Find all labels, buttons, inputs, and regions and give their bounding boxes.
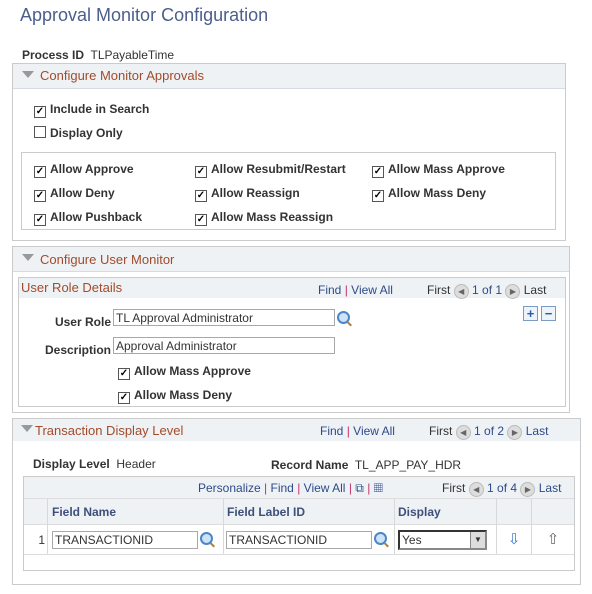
checkbox-checked-icon[interactable]: ✓ bbox=[34, 106, 46, 118]
record-name-label: Record Name bbox=[271, 458, 349, 472]
display-only-checkbox[interactable]: Display Only bbox=[34, 126, 123, 140]
options-group: ✓ Allow Approve ✓ Allow Resubmit/Restart ✓… bbox=[21, 152, 556, 230]
allow-mass-deny-checkbox[interactable]: ✓ Allow Mass Deny bbox=[118, 388, 232, 404]
dropdown-arrow-icon[interactable]: ▼ bbox=[470, 532, 485, 548]
column-header-field-name[interactable]: Field Name bbox=[48, 499, 224, 524]
field-name-input[interactable]: TRANSACTIONID bbox=[52, 531, 198, 549]
view-all-link[interactable]: View All bbox=[353, 424, 395, 438]
last-link[interactable]: Last bbox=[526, 424, 549, 438]
row-count: 1 of 1 bbox=[472, 283, 503, 297]
page-title: Approval Monitor Configuration bbox=[20, 5, 269, 25]
find-link[interactable]: Find bbox=[320, 424, 343, 438]
row-count: 1 of 4 bbox=[487, 481, 518, 495]
process-id-value: TLPayableTime bbox=[90, 48, 175, 62]
next-icon[interactable]: ▶ bbox=[520, 482, 536, 497]
display-level-label: Display Level bbox=[33, 457, 110, 471]
allow-mass-approve-checkbox[interactable]: ✓ Allow Mass Approve bbox=[372, 162, 505, 178]
configure-monitor-approvals-section: Configure Monitor Approvals ✓ Include in … bbox=[12, 63, 566, 241]
add-row-button[interactable]: + bbox=[523, 306, 538, 321]
user-role-label: User Role bbox=[54, 315, 111, 329]
field-label-id-input[interactable]: TRANSACTIONID bbox=[226, 531, 372, 549]
first-label: First bbox=[427, 283, 451, 297]
new-window-icon[interactable]: ⧉ bbox=[355, 481, 364, 495]
collapse-triangle-icon[interactable] bbox=[22, 71, 34, 78]
find-link[interactable]: Find bbox=[318, 283, 341, 297]
checkbox-unchecked-icon[interactable] bbox=[34, 126, 46, 138]
transaction-display-level-section: Transaction Display Level Find | View Al… bbox=[12, 418, 581, 585]
allow-pushback-checkbox[interactable]: ✓ Allow Pushback bbox=[34, 210, 142, 226]
next-icon[interactable]: ▶ bbox=[505, 284, 521, 299]
find-link[interactable]: Find bbox=[271, 481, 294, 495]
lookup-icon[interactable] bbox=[337, 311, 350, 324]
last-label: Last bbox=[523, 283, 547, 297]
user-role-input[interactable]: TL Approval Administrator bbox=[113, 309, 335, 326]
view-all-link[interactable]: View All bbox=[351, 283, 393, 297]
first-label: First bbox=[429, 424, 453, 438]
allow-mass-deny-checkbox[interactable]: ✓ Allow Mass Deny bbox=[372, 186, 486, 202]
display-select[interactable]: Yes ▼ bbox=[398, 530, 487, 550]
lookup-icon[interactable] bbox=[200, 532, 213, 545]
allow-reassign-checkbox[interactable]: ✓ Allow Reassign bbox=[195, 186, 300, 202]
section-header[interactable]: Configure Monitor Approvals bbox=[13, 64, 565, 89]
move-down-icon[interactable]: ⇩ bbox=[497, 525, 532, 554]
delete-row-button[interactable]: − bbox=[541, 306, 556, 321]
description-input[interactable]: Approval Administrator bbox=[113, 337, 335, 354]
display-level-value: Header bbox=[116, 457, 156, 471]
section-header[interactable]: Transaction Display Level Find | View Al… bbox=[13, 419, 580, 441]
personalize-link[interactable]: Personalize bbox=[198, 481, 261, 495]
next-icon[interactable]: ▶ bbox=[507, 425, 523, 440]
previous-icon[interactable]: ◀ bbox=[455, 425, 471, 440]
user-role-details-grid: User Role Details Find | View All First … bbox=[18, 277, 566, 407]
download-spreadsheet-icon[interactable]: ▦ bbox=[374, 481, 383, 495]
grid-header-row: Field Name Field Label ID Display bbox=[24, 499, 574, 525]
section-title: Configure Monitor Approvals bbox=[40, 68, 205, 83]
previous-icon[interactable]: ◀ bbox=[468, 482, 484, 497]
field-grid: Personalize | Find | View All | ⧉ | ▦ Fi… bbox=[23, 476, 575, 571]
last-link[interactable]: Last bbox=[539, 481, 562, 495]
process-id-label: Process ID bbox=[22, 48, 85, 62]
row-count: 1 of 2 bbox=[474, 424, 505, 438]
column-header-display[interactable]: Display bbox=[395, 499, 497, 524]
include-in-search-checkbox[interactable]: ✓ Include in Search bbox=[34, 102, 149, 118]
section-header[interactable]: Configure User Monitor bbox=[13, 247, 569, 272]
allow-approve-checkbox[interactable]: ✓ Allow Approve bbox=[34, 162, 134, 178]
move-up-icon[interactable]: ⇧ bbox=[532, 525, 574, 559]
grid-title: User Role Details bbox=[21, 280, 123, 295]
description-label: Description bbox=[44, 343, 111, 357]
allow-deny-checkbox[interactable]: ✓ Allow Deny bbox=[34, 186, 115, 202]
configure-user-monitor-section: Configure User Monitor User Role Details… bbox=[12, 246, 570, 413]
record-name-value: TL_APP_PAY_HDR bbox=[354, 458, 462, 472]
allow-resubmit-checkbox[interactable]: ✓ Allow Resubmit/Restart bbox=[195, 162, 346, 178]
previous-icon[interactable]: ◀ bbox=[453, 284, 469, 299]
collapse-triangle-icon[interactable] bbox=[22, 254, 34, 261]
view-all-link[interactable]: View All bbox=[304, 481, 346, 495]
allow-mass-reassign-checkbox[interactable]: ✓ Allow Mass Reassign bbox=[195, 210, 333, 226]
section-title: Transaction Display Level bbox=[35, 423, 184, 438]
column-header-field-label-id[interactable]: Field Label ID bbox=[224, 499, 395, 524]
collapse-triangle-icon[interactable] bbox=[21, 425, 33, 432]
lookup-icon[interactable] bbox=[374, 532, 387, 545]
first-label: First bbox=[442, 481, 466, 495]
allow-mass-approve-checkbox[interactable]: ✓ Allow Mass Approve bbox=[118, 364, 251, 380]
table-row: 1 TRANSACTIONID TRANSACTIONID Yes ▼ ⇩ ⇧ bbox=[24, 525, 574, 555]
section-title: Configure User Monitor bbox=[40, 252, 175, 267]
row-number: 1 bbox=[24, 525, 48, 554]
